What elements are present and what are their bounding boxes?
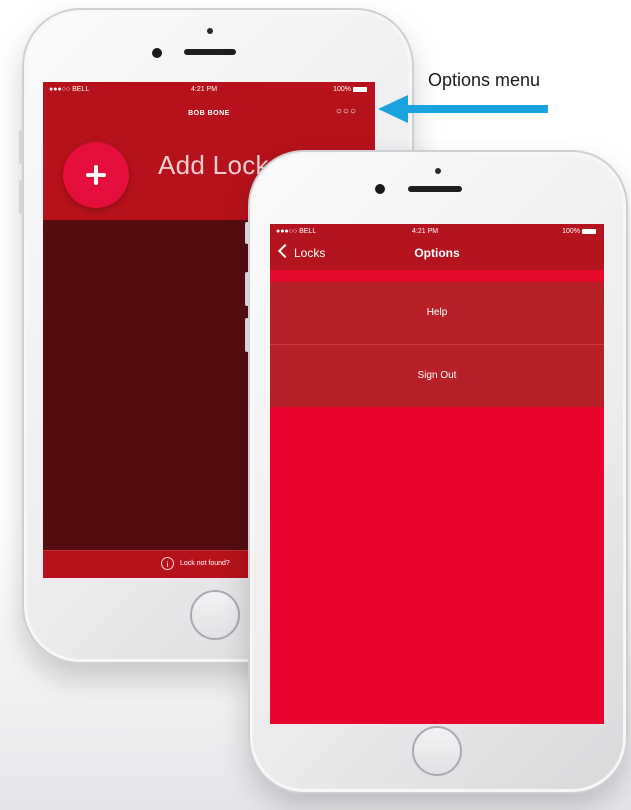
status-bar: ●●●○○ BELL 4:21 PM 100%	[43, 82, 375, 98]
battery-indicator: 100%	[562, 228, 596, 235]
status-bar: ●●●○○ BELL 4:21 PM 100%	[270, 224, 604, 240]
clock: 4:21 PM	[412, 228, 439, 235]
options-menu-callout: Options menu	[428, 70, 541, 90]
volume-down-button	[19, 180, 23, 214]
volume-down-button	[245, 318, 249, 352]
earpiece-speaker	[408, 186, 462, 192]
earpiece-speaker	[184, 49, 236, 55]
arrow-shaft	[400, 105, 548, 113]
home-button[interactable]	[190, 590, 240, 640]
callout-arrow-icon	[378, 95, 548, 123]
page-title: Options	[414, 246, 460, 260]
mute-switch	[245, 222, 249, 244]
volume-up-button	[245, 272, 249, 306]
plus-icon-stroke	[94, 165, 98, 185]
battery-indicator: 100%	[333, 86, 367, 93]
info-icon: i	[161, 557, 174, 570]
lock-not-found-label[interactable]: Lock not found?	[180, 560, 230, 567]
menu-item-label: Help	[426, 307, 448, 318]
nav-divider	[270, 270, 604, 282]
battery-label: 100%	[562, 228, 580, 235]
clock: 4:21 PM	[191, 86, 218, 93]
add-lock-button[interactable]	[63, 142, 129, 208]
proximity-sensor	[207, 28, 213, 34]
battery-icon	[353, 86, 367, 92]
menu-item-label: Sign Out	[417, 370, 457, 381]
home-button[interactable]	[412, 726, 462, 776]
volume-up-button	[19, 130, 23, 164]
add-lock-label[interactable]: Add Lock	[158, 150, 269, 181]
battery-icon	[582, 228, 596, 234]
carrier-label: ●●●○○ BELL	[49, 86, 90, 93]
options-body	[270, 407, 604, 724]
front-camera	[152, 48, 162, 58]
front-phone: ●●●○○ BELL 4:21 PM 100% Locks Options He…	[245, 150, 628, 794]
ellipsis-icon[interactable]: ○○○	[336, 106, 357, 117]
battery-label: 100%	[333, 86, 351, 93]
front-camera	[375, 184, 385, 194]
options-screen: ●●●○○ BELL 4:21 PM 100% Locks Options He…	[270, 224, 604, 724]
carrier-label: ●●●○○ BELL	[276, 228, 317, 235]
navigation-bar: ●●●○○ BELL 4:21 PM 100% Locks Options	[270, 224, 604, 270]
arrow-head	[378, 95, 408, 123]
menu-item-help[interactable]: Help	[270, 282, 604, 345]
app-logo: BOB BONE	[188, 110, 230, 117]
proximity-sensor	[435, 168, 441, 174]
menu-item-sign-out[interactable]: Sign Out	[270, 345, 604, 407]
